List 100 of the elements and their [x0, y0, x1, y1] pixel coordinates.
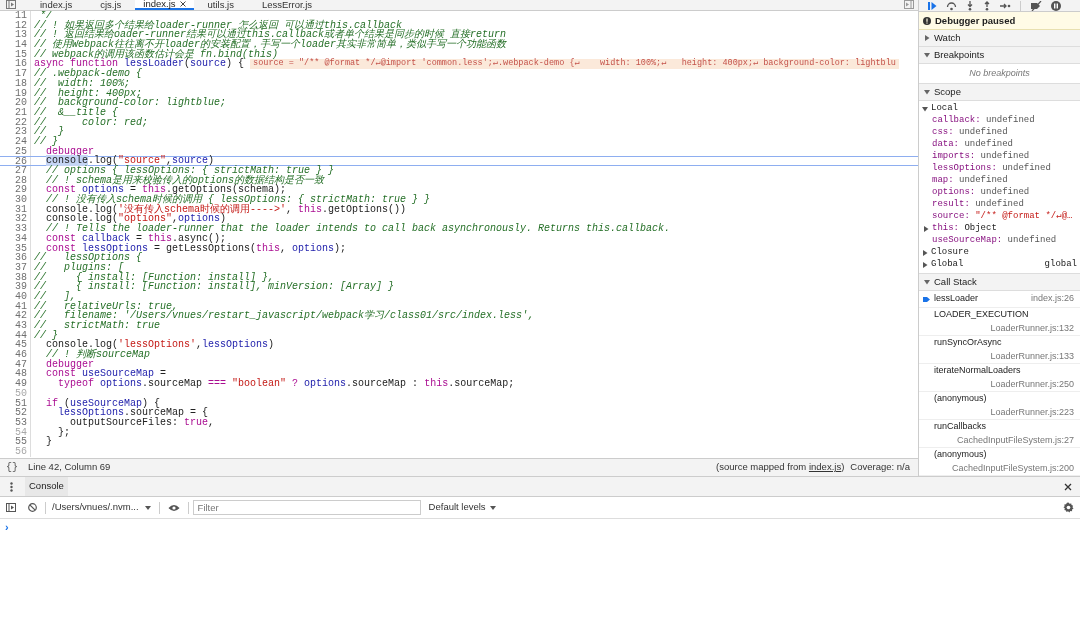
- disclosure-triangle-icon[interactable]: [923, 226, 929, 232]
- clear-console-icon[interactable]: [28, 503, 37, 512]
- disclosure-triangle-icon[interactable]: [924, 35, 930, 41]
- line-number[interactable]: 46: [15, 349, 27, 361]
- sidebar-toggle-icon[interactable]: [6, 503, 16, 512]
- line-number[interactable]: 42: [15, 310, 27, 322]
- sidebar-toggle-icon[interactable]: [904, 0, 914, 9]
- line-number[interactable]: 25: [15, 145, 27, 157]
- editor-tab[interactable]: index.js: [135, 0, 194, 10]
- scope-variable[interactable]: callback: undefined: [932, 114, 1035, 128]
- line-number[interactable]: 51: [15, 397, 27, 409]
- filter-field[interactable]: Filter: [192, 500, 421, 515]
- line-number[interactable]: 33: [15, 223, 27, 235]
- step-out-icon[interactable]: [983, 0, 991, 11]
- scope-variable[interactable]: useSourceMap: undefined: [932, 234, 1057, 248]
- disclosure-triangle-icon[interactable]: [924, 52, 930, 58]
- editor-tab[interactable]: index.js: [26, 0, 87, 10]
- line-number[interactable]: 31: [15, 203, 27, 215]
- close-icon[interactable]: [179, 1, 186, 7]
- scope-group[interactable]: Global global: [919, 259, 1080, 271]
- scope-variable[interactable]: data: undefined: [932, 138, 1014, 152]
- line-number[interactable]: 34: [15, 232, 27, 244]
- line-number[interactable]: 21: [15, 106, 27, 118]
- line-number[interactable]: 38: [15, 271, 27, 283]
- line-number[interactable]: 11: [15, 11, 27, 21]
- line-number[interactable]: 12: [15, 19, 27, 31]
- eye-icon[interactable]: [167, 503, 180, 512]
- line-number[interactable]: 27: [15, 165, 27, 176]
- console-prompt[interactable]: ›: [5, 518, 9, 536]
- call-frame[interactable]: lessLoader index.js:26: [919, 291, 1080, 308]
- editor-tab[interactable]: LessError.js: [247, 0, 327, 10]
- line-number[interactable]: 16: [15, 58, 27, 70]
- deactivate-breakpoints-icon[interactable]: [1030, 0, 1042, 11]
- sidebar-toggle-icon[interactable]: [6, 0, 16, 9]
- log-levels-dropdown[interactable]: Default levels: [428, 500, 496, 515]
- line-number[interactable]: 41: [15, 300, 27, 312]
- line-number[interactable]: 29: [15, 184, 27, 196]
- scope-variable[interactable]: lessOptions: undefined: [932, 162, 1051, 176]
- context-dropdown[interactable]: /Users/vnues/.nvm...: [52, 500, 151, 515]
- call-frame[interactable]: (anonymous) LoaderRunner.js:223: [919, 392, 1080, 420]
- line-number[interactable]: 30: [15, 194, 27, 206]
- call-frame[interactable]: (anonymous) CachedInputFileSystem.js:200: [919, 448, 1080, 476]
- editor-tab[interactable]: utils.js: [193, 0, 248, 10]
- scope-variable[interactable]: imports: undefined: [932, 150, 1030, 164]
- line-number[interactable]: 32: [15, 213, 27, 225]
- disclosure-triangle-icon[interactable]: [924, 89, 930, 95]
- line-number[interactable]: 14: [15, 39, 27, 51]
- line-number[interactable]: 40: [15, 290, 27, 302]
- line-number[interactable]: 23: [15, 126, 27, 138]
- line-number[interactable]: 49: [15, 378, 27, 390]
- editor-tab[interactable]: cjs.js: [86, 0, 136, 10]
- close-icon[interactable]: [1064, 482, 1072, 491]
- scope-group[interactable]: Closure: [919, 247, 1080, 259]
- line-number[interactable]: 22: [15, 116, 27, 128]
- call-frame[interactable]: iterateNormalLoaders LoaderRunner.js:250: [919, 364, 1080, 392]
- scope-variable[interactable]: options: undefined: [932, 186, 1030, 200]
- call-frame[interactable]: runSyncOrAsync LoaderRunner.js:133: [919, 336, 1080, 364]
- line-number[interactable]: 53: [15, 416, 27, 428]
- step-icon[interactable]: [1000, 1, 1011, 10]
- line-number[interactable]: 15: [15, 48, 27, 60]
- scope-variable[interactable]: map: undefined: [932, 174, 1008, 188]
- line-number[interactable]: 45: [15, 339, 27, 351]
- line-number[interactable]: 37: [15, 261, 27, 273]
- line-number[interactable]: 35: [15, 242, 27, 254]
- section-header[interactable]: Watch: [919, 30, 1080, 47]
- line-number[interactable]: 20: [15, 97, 27, 109]
- line-number[interactable]: 17: [15, 68, 27, 80]
- drawer-tab[interactable]: Console: [25, 477, 68, 496]
- line-number[interactable]: 18: [15, 77, 27, 89]
- section-header[interactable]: Call Stack: [919, 274, 1080, 291]
- pretty-print-button[interactable]: {}: [6, 460, 18, 475]
- scope-variable[interactable]: result: undefined: [932, 198, 1024, 212]
- line-number[interactable]: 28: [15, 174, 27, 186]
- section-header[interactable]: Breakpoints: [919, 47, 1080, 64]
- line-number[interactable]: 48: [15, 368, 27, 380]
- section-header[interactable]: Scope: [919, 84, 1080, 101]
- scope-variable[interactable]: css: undefined: [932, 126, 1008, 140]
- disclosure-triangle-icon[interactable]: [924, 279, 930, 285]
- line-number[interactable]: 36: [15, 252, 27, 264]
- scope-variable[interactable]: source: "/** @format */↵@…: [932, 210, 1073, 224]
- settings-icon[interactable]: [1063, 502, 1074, 513]
- line-number[interactable]: 52: [15, 407, 27, 419]
- step-over-icon[interactable]: [946, 0, 957, 11]
- line-number[interactable]: 24: [15, 135, 27, 147]
- pause-icon[interactable]: [1051, 0, 1061, 11]
- call-frame[interactable]: LOADER_EXECUTION LoaderRunner.js:132: [919, 308, 1080, 336]
- line-number[interactable]: 47: [15, 358, 27, 370]
- call-frame[interactable]: runCallbacks CachedInputFileSystem.js:27: [919, 420, 1080, 448]
- resume-icon[interactable]: [927, 0, 937, 11]
- scope-group[interactable]: Local: [919, 103, 1080, 115]
- line-number[interactable]: 55: [15, 436, 27, 448]
- more-icon[interactable]: [10, 481, 13, 492]
- line-number[interactable]: 39: [15, 281, 27, 293]
- line-number[interactable]: 44: [15, 329, 27, 341]
- line-number[interactable]: 43: [15, 320, 27, 331]
- scope-variable[interactable]: this: Object: [932, 222, 997, 236]
- disclosure-triangle-icon[interactable]: [922, 106, 928, 112]
- step-into-icon[interactable]: [966, 0, 974, 11]
- disclosure-triangle-icon[interactable]: [922, 250, 928, 256]
- disclosure-triangle-icon[interactable]: [922, 262, 928, 268]
